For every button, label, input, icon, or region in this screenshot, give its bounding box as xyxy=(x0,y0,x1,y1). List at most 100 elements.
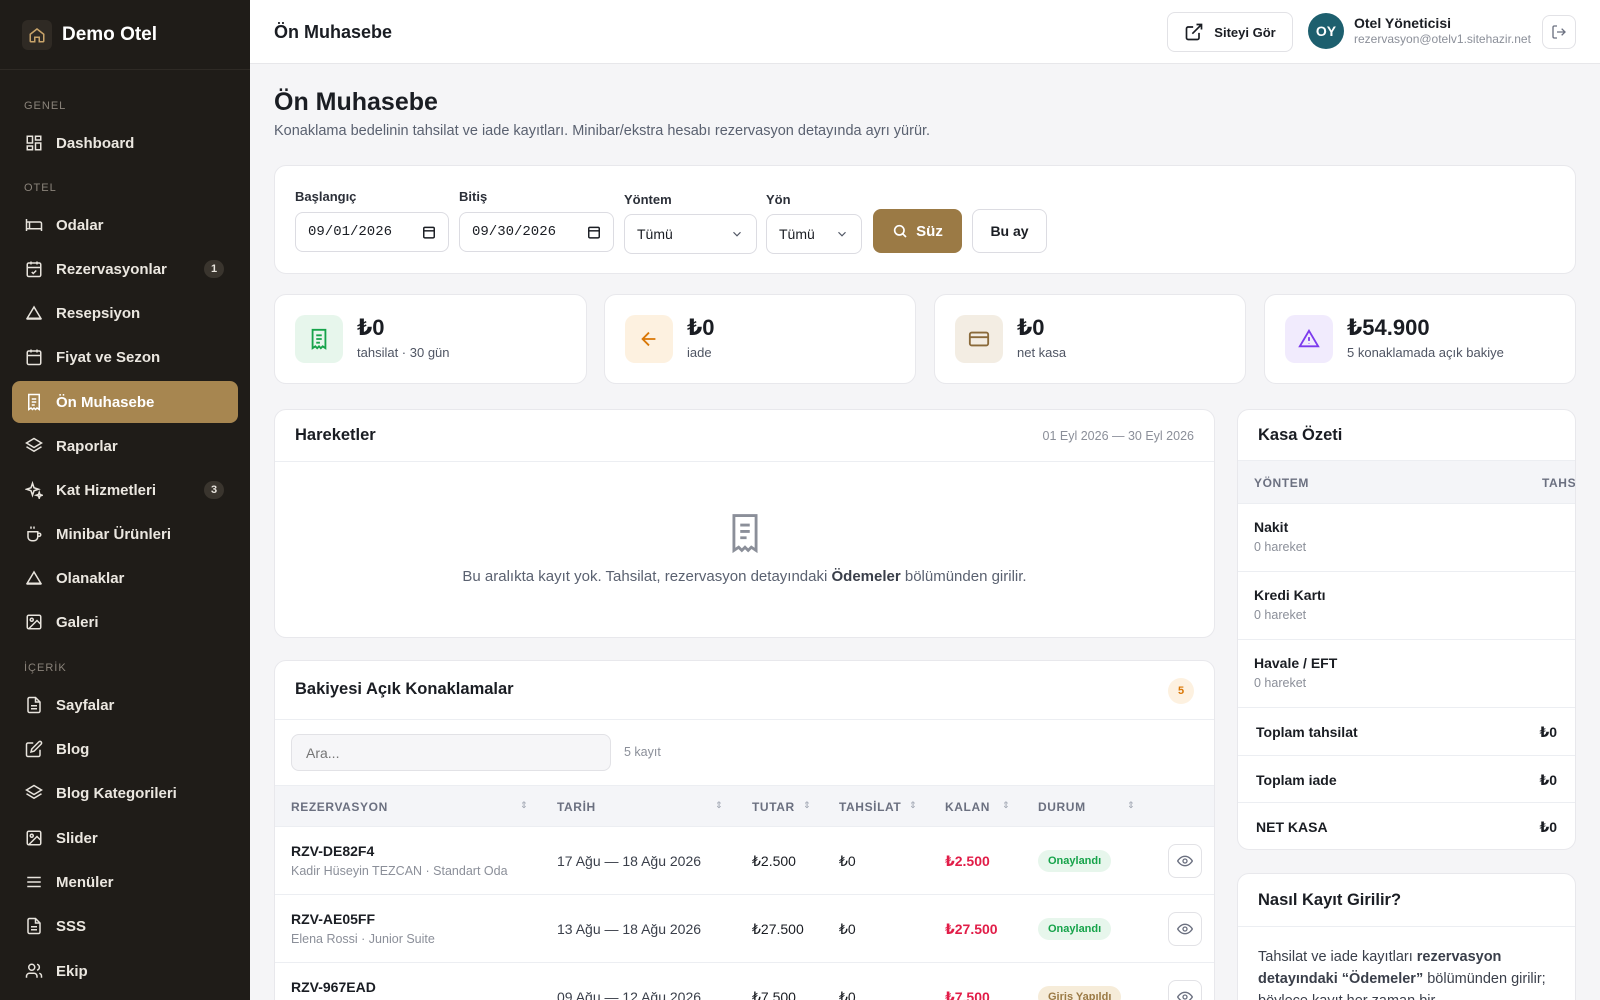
sort-icon[interactable]: ⇕ xyxy=(803,800,811,811)
col-status[interactable]: DURUM xyxy=(1038,800,1086,814)
this-month-button[interactable]: Bu ay xyxy=(972,209,1047,253)
end-date-input[interactable]: 09/30/2026 xyxy=(459,212,614,252)
sidebar-item-fiyat-ve-sezon[interactable]: Fiyat ve Sezon xyxy=(12,336,238,378)
reservation-date: 09 Ağu — 12 Ağu 2026 xyxy=(557,989,702,1000)
filter-button[interactable]: Süz xyxy=(873,209,962,253)
howto-text-pre: Tahsilat ve iade kayıtları xyxy=(1258,949,1417,965)
status-badge: Onaylandı xyxy=(1038,850,1112,872)
col-reservation[interactable]: REZERVASYON xyxy=(291,800,388,814)
nav-section-icerik: İÇERİK xyxy=(24,662,67,674)
sort-icon[interactable]: ⇕ xyxy=(1127,800,1135,811)
empty-text-pre: Bu aralıkta kayıt yok. Tahsilat, rezerva… xyxy=(462,568,832,585)
direction-label: Yön xyxy=(766,192,791,207)
calendar-icon xyxy=(588,226,600,239)
sidebar-item-sss[interactable]: SSS xyxy=(12,905,238,947)
col-amount[interactable]: TUTAR xyxy=(752,800,795,814)
total-label: Toplam tahsilat xyxy=(1256,724,1358,740)
sidebar-item-label: Blog xyxy=(56,740,90,758)
sort-icon[interactable]: ⇕ xyxy=(520,800,528,811)
sidebar-item-kat-hizmetleri[interactable]: Kat Hizmetleri 3 xyxy=(12,469,238,511)
guest-info: Kadir Hüseyin TEZCAN · Standart Oda xyxy=(291,864,508,878)
stat-card-open-balance: ₺54.900 5 konaklamada açık bakiye xyxy=(1264,294,1576,384)
sort-icon[interactable]: ⇕ xyxy=(1002,800,1010,811)
sidebar-item-blog-kategorileri[interactable]: Blog Kategorileri xyxy=(12,772,238,814)
brand-name: Demo Otel xyxy=(62,23,158,45)
sidebar-item-menuler[interactable]: Menüler xyxy=(12,861,238,903)
reservation-code[interactable]: RZV-DE82F4 xyxy=(291,843,374,859)
col-collected[interactable]: TAHSİLAT xyxy=(839,800,901,814)
col-remaining[interactable]: KALAN xyxy=(945,800,990,814)
direction-select[interactable]: Tümü xyxy=(766,214,862,254)
open-balances-count-badge: 5 xyxy=(1168,678,1194,704)
open-balances-card: Bakiyesi Açık Konaklamalar 5 5 kayıt REZ… xyxy=(274,660,1215,1000)
reservation-code[interactable]: RZV-967EAD xyxy=(291,979,376,995)
col-date[interactable]: TARİH xyxy=(557,800,596,814)
image-icon xyxy=(24,612,44,632)
page-subtitle: Konaklama bedelinin tahsilat ve iade kay… xyxy=(274,123,931,139)
remaining: ₺2.500 xyxy=(945,853,990,869)
arrow-left-icon xyxy=(625,315,673,363)
sidebar-item-on-muhasebe[interactable]: Ön Muhasebe xyxy=(12,381,238,423)
receipt-icon xyxy=(295,315,343,363)
total-value: ₺0 xyxy=(1539,819,1557,835)
topbar-title: Ön Muhasebe xyxy=(274,22,393,42)
sidebar-item-rezervasyonlar[interactable]: Rezervasyonlar 1 xyxy=(12,248,238,290)
sidebar-item-resepsiyon[interactable]: Resepsiyon xyxy=(12,292,238,334)
search-input[interactable] xyxy=(291,734,611,771)
sidebar-item-slider[interactable]: Slider xyxy=(12,817,238,859)
movements-card: Hareketler 01 Eyl 2026 — 30 Eyl 2026 Bu … xyxy=(274,409,1215,638)
sidebar-item-sayfalar[interactable]: Sayfalar xyxy=(12,684,238,726)
total-value: ₺0 xyxy=(1539,772,1557,788)
view-button[interactable] xyxy=(1168,844,1202,878)
method-select[interactable]: Tümü xyxy=(624,214,757,254)
topbar: Ön Muhasebe Siteyi Gör OY Otel Yöneticis… xyxy=(250,0,1600,64)
stat-card-collection: ₺0 tahsilat · 30 gün xyxy=(274,294,587,384)
total-row: NET KASA ₺0 xyxy=(1238,803,1575,849)
sort-icon[interactable]: ⇕ xyxy=(715,800,723,811)
sidebar-item-ekip[interactable]: Ekip xyxy=(12,950,238,992)
reservation-code[interactable]: RZV-AE05FF xyxy=(291,911,375,927)
logout-button[interactable] xyxy=(1542,15,1576,49)
sort-icon[interactable]: ⇕ xyxy=(909,800,917,811)
status-badge: Giriş Yapıldı xyxy=(1038,986,1122,1000)
image-icon xyxy=(24,828,44,848)
method-count: 0 hareket xyxy=(1254,676,1307,690)
total-label: NET KASA xyxy=(1256,819,1328,835)
record-count: 5 kayıt xyxy=(624,745,661,759)
avatar[interactable]: OY xyxy=(1308,13,1344,49)
sidebar-item-minibar-urunleri[interactable]: Minibar Ürünleri xyxy=(12,513,238,555)
stat-card-refund: ₺0 iade xyxy=(604,294,916,384)
howto-card: Nasıl Kayıt Girilir? Tahsilat ve iade ka… xyxy=(1237,873,1576,1000)
total-label: Toplam iade xyxy=(1256,772,1337,788)
sidebar-item-label: Rezervasyonlar xyxy=(56,260,167,278)
view-button[interactable] xyxy=(1168,912,1202,946)
table-row[interactable]: RZV-AE05FF Elena Rossi · Junior Suite 13… xyxy=(275,895,1214,963)
stat-label: iade xyxy=(687,345,712,360)
receipt-icon xyxy=(24,392,44,412)
table-row[interactable]: RZV-967EAD 09 Ağu — 12 Ağu 2026 ₺7.500 ₺… xyxy=(275,963,1214,1000)
sidebar-item-blog[interactable]: Blog xyxy=(12,728,238,770)
nav-section-genel: GENEL xyxy=(24,100,67,112)
view-button[interactable] xyxy=(1168,980,1202,1000)
eye-icon xyxy=(1177,855,1193,867)
sidebar-item-label: Olanaklar xyxy=(56,569,125,587)
sidebar-item-galeri[interactable]: Galeri xyxy=(12,601,238,643)
start-date-input[interactable]: 09/01/2026 xyxy=(295,212,449,252)
sidebar-item-raporlar[interactable]: Raporlar xyxy=(12,425,238,467)
start-date-value: 09/01/2026 xyxy=(308,224,393,240)
sidebar-item-odalar[interactable]: Odalar xyxy=(12,204,238,246)
howto-text: Tahsilat ve iade kayıtları rezervasyon d… xyxy=(1258,946,1558,1000)
eye-icon xyxy=(1177,923,1193,935)
brand[interactable]: Demo Otel xyxy=(0,0,250,70)
stat-value: ₺54.900 xyxy=(1347,315,1430,340)
sidebar-item-olanaklar[interactable]: Olanaklar xyxy=(12,557,238,599)
home-icon xyxy=(22,19,52,50)
receipt-icon xyxy=(726,512,764,554)
collected: ₺0 xyxy=(839,853,856,869)
sidebar-item-dashboard[interactable]: Dashboard xyxy=(12,122,238,164)
cash-summary-title: Kasa Özeti xyxy=(1258,426,1343,444)
direction-value: Tümü xyxy=(779,226,815,242)
table-row[interactable]: RZV-DE82F4 Kadir Hüseyin TEZCAN · Standa… xyxy=(275,827,1214,895)
view-site-button[interactable]: Siteyi Gör xyxy=(1167,12,1293,52)
stat-value: ₺0 xyxy=(1017,315,1045,340)
